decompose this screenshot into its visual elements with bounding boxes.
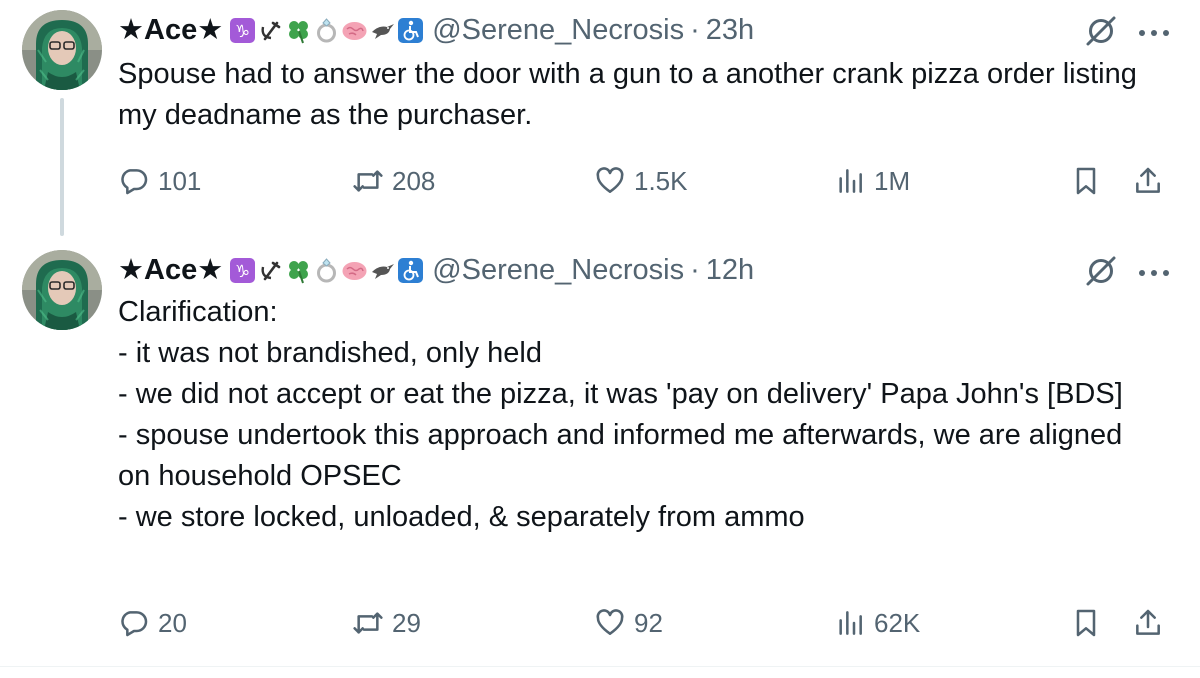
reply-icon — [121, 169, 148, 195]
views-button[interactable]: 1M — [834, 161, 910, 201]
tweet-text-line: - we store locked, unloaded, & separatel… — [118, 501, 805, 533]
tweet-text: Spouse had to answer the door with a gun… — [118, 54, 1158, 136]
share-icon[interactable] — [1132, 607, 1164, 639]
heart-icon — [596, 609, 624, 635]
bird-icon — [372, 263, 395, 279]
ring-icon — [317, 257, 337, 282]
retweet-icon — [353, 612, 383, 634]
bird-icon — [372, 23, 395, 39]
views-icon — [839, 611, 862, 635]
retweet-count: 29 — [392, 607, 421, 638]
tweet[interactable]: ★Ace★ ♑ @Serene_Necrosis · 12h Clarifica… — [0, 236, 1200, 678]
wheelchair-icon — [398, 17, 424, 43]
bookmark-icon[interactable] — [1070, 607, 1102, 639]
capricorn-icon: ♑ — [230, 17, 256, 43]
capricorn-icon: ♑ — [230, 257, 256, 283]
wheelchair-icon — [398, 257, 424, 283]
tweet-text-line: Spouse had to answer the door with a gun… — [118, 58, 1137, 131]
reply-button[interactable]: 101 — [118, 161, 201, 201]
name-emojis: ♑ — [229, 17, 424, 44]
tweet[interactable]: ★Ace★ ♑ @Serene_Necrosis · 23h Spouse ha… — [0, 0, 1200, 236]
hammer-sickle-icon — [261, 261, 281, 280]
like-button[interactable]: 92 — [594, 603, 663, 643]
four-leaf-clover-icon — [289, 260, 309, 283]
tweet-text-line: - we did not accept or eat the pizza, it… — [118, 378, 1123, 410]
grok-icon[interactable] — [1084, 14, 1118, 48]
more-options-icon[interactable] — [1136, 267, 1172, 279]
retweet-button[interactable]: 29 — [352, 603, 421, 643]
views-button[interactable]: 62K — [834, 603, 920, 643]
tweet-text-line: - spouse undertook this approach and inf… — [118, 419, 1123, 492]
reply-count: 20 — [158, 607, 187, 638]
tweet-actions: 20 29 92 62K — [118, 603, 1178, 643]
share-icon[interactable] — [1132, 165, 1164, 197]
reply-icon — [121, 611, 148, 637]
brain-icon — [342, 21, 367, 40]
tweet-text: Clarification: - it was not brandished, … — [118, 292, 1158, 538]
author-handle[interactable]: @Serene_Necrosis — [432, 250, 684, 290]
avatar[interactable] — [22, 10, 102, 90]
retweet-count: 208 — [392, 165, 436, 196]
retweet-icon — [353, 170, 383, 192]
tweet-text-line: Clarification: — [118, 296, 278, 328]
avatar[interactable] — [22, 250, 102, 330]
retweet-button[interactable]: 208 — [352, 161, 435, 201]
separator-dot: · — [690, 254, 700, 286]
hammer-sickle-icon — [261, 21, 281, 40]
timestamp[interactable]: 23h — [706, 10, 754, 50]
heart-icon — [596, 167, 624, 193]
reply-button[interactable]: 20 — [118, 603, 187, 643]
grok-icon[interactable] — [1084, 254, 1118, 288]
svg-text:♑: ♑ — [235, 22, 250, 42]
like-button[interactable]: 1.5K — [594, 161, 688, 201]
timestamp[interactable]: 12h — [706, 250, 754, 290]
bookmark-icon[interactable] — [1070, 165, 1102, 197]
author-name[interactable]: ★Ace★ — [118, 250, 223, 290]
tweet-actions: 101 208 1.5K 1M — [118, 161, 1178, 201]
author-name[interactable]: ★Ace★ — [118, 10, 223, 50]
reply-count: 101 — [158, 165, 202, 196]
tweet-header: ★Ace★ ♑ @Serene_Necrosis · 23h — [118, 10, 754, 50]
divider — [0, 666, 1200, 667]
tweet-text-line: - it was not brandished, only held — [118, 337, 542, 369]
like-count: 92 — [634, 607, 663, 638]
view-count: 62K — [874, 607, 921, 638]
more-options-icon[interactable] — [1136, 27, 1172, 39]
views-icon — [839, 169, 862, 193]
like-count: 1.5K — [634, 165, 688, 196]
svg-text:♑: ♑ — [235, 262, 250, 282]
ring-icon — [317, 17, 337, 42]
brain-icon — [342, 261, 367, 280]
author-handle[interactable]: @Serene_Necrosis — [432, 10, 684, 50]
four-leaf-clover-icon — [289, 20, 309, 43]
separator-dot: · — [690, 14, 700, 46]
tweet-header: ★Ace★ ♑ @Serene_Necrosis · 12h — [118, 250, 754, 290]
name-emojis: ♑ — [229, 257, 424, 284]
view-count: 1M — [874, 165, 911, 196]
